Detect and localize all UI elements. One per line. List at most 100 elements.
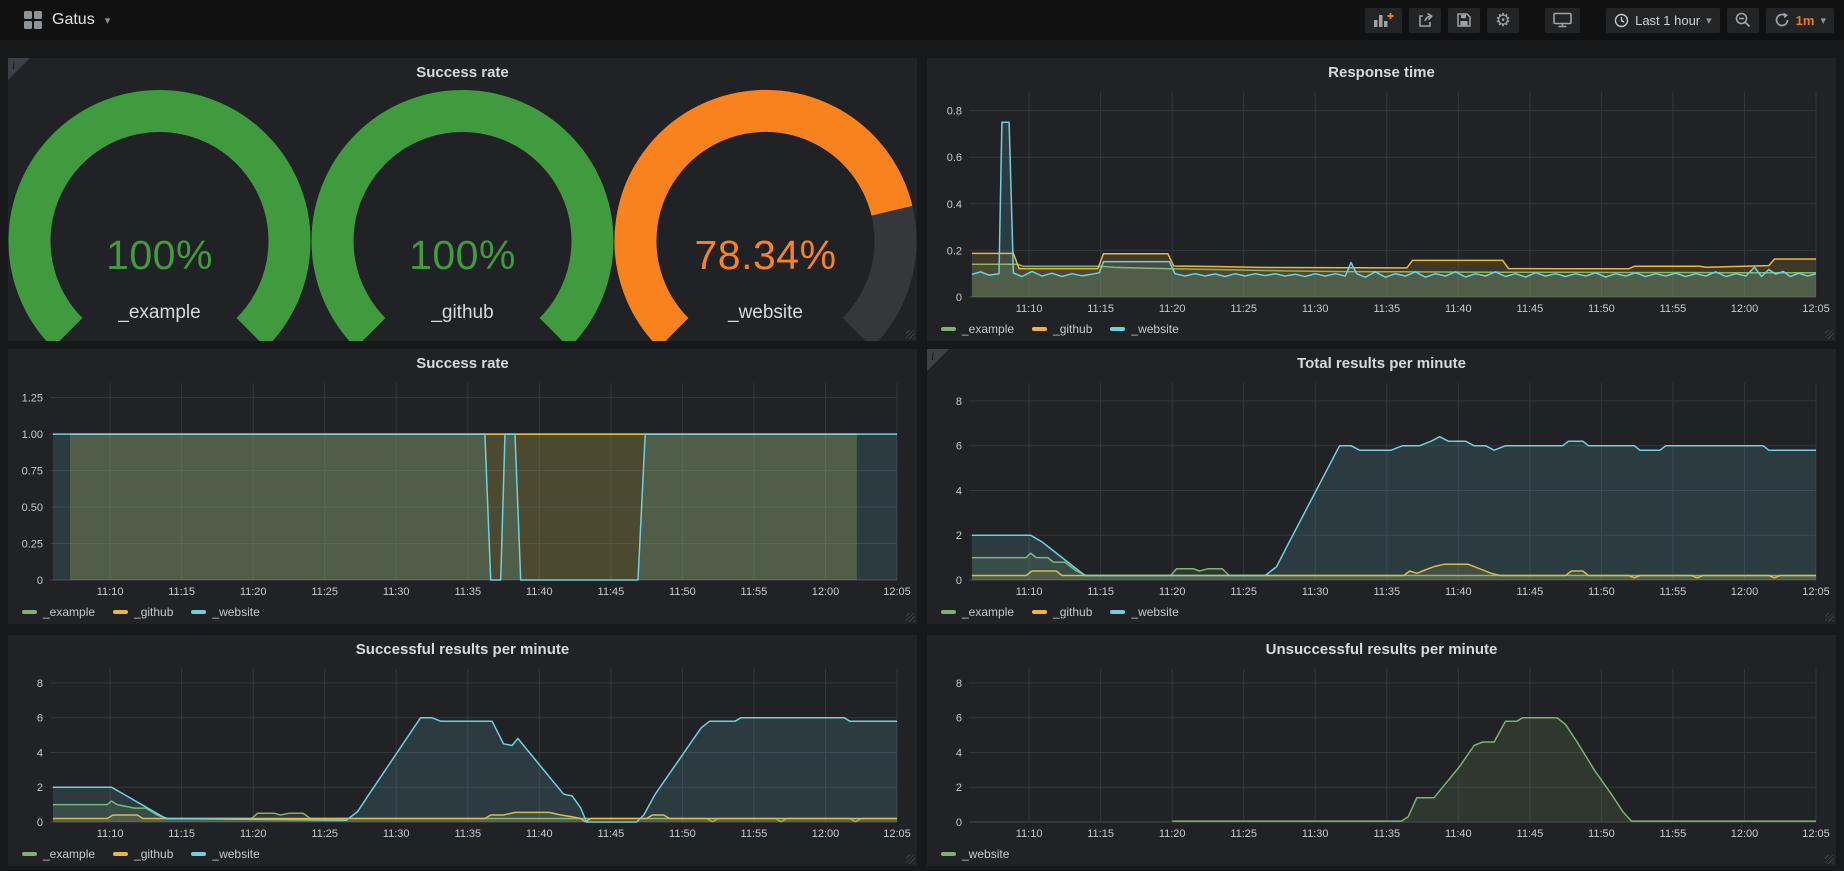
panel-title[interactable]: Success rate [8, 355, 917, 372]
gear-icon: ⚙ [1495, 11, 1511, 29]
zoom-out-button[interactable] [1727, 8, 1759, 33]
gauge-row: 100% _example 100% _github 78.34% _websi… [8, 86, 917, 341]
gauge-value: 100% [8, 232, 311, 279]
svg-text:11:35: 11:35 [1373, 586, 1400, 598]
legend: _example _github _website [22, 605, 260, 619]
svg-text:2: 2 [956, 782, 962, 794]
time-range-label: Last 1 hour [1635, 13, 1700, 28]
svg-text:0: 0 [956, 817, 962, 829]
svg-text:11:30: 11:30 [1302, 303, 1329, 315]
chart-total-results[interactable]: 11:1011:1511:2011:2511:3011:3511:4011:45… [933, 375, 1830, 600]
panel-resize-handle[interactable] [906, 330, 915, 339]
svg-text:12:05: 12:05 [1802, 828, 1830, 840]
share-button[interactable] [1409, 8, 1441, 33]
legend-item-website[interactable]: _website [191, 605, 259, 619]
panel-title[interactable]: Success rate [8, 64, 917, 81]
legend-item-example[interactable]: _example [941, 605, 1014, 619]
svg-text:11:10: 11:10 [97, 828, 124, 840]
panel-title[interactable]: Unsuccessful results per minute [927, 641, 1836, 658]
chart-unsuccessful-results[interactable]: 11:1011:1511:2011:2511:3011:3511:4011:45… [933, 661, 1830, 842]
dashboard-title[interactable]: Gatus [52, 11, 95, 29]
legend-item-example[interactable]: _example [941, 322, 1014, 336]
legend-label: _github [134, 605, 173, 619]
panel-resize-handle[interactable] [1825, 613, 1834, 622]
svg-text:0.2: 0.2 [947, 245, 962, 257]
time-range-button[interactable]: Last 1 hour ▾ [1606, 8, 1720, 33]
svg-text:11:35: 11:35 [1373, 828, 1400, 840]
legend-item-github[interactable]: _github [113, 847, 173, 861]
panel-title[interactable]: Total results per minute [927, 355, 1836, 372]
panel-resize-handle[interactable] [906, 855, 915, 864]
gauge-value: 100% [311, 232, 614, 279]
chart-successful-results[interactable]: 11:1011:1511:2011:2511:3011:3511:4011:45… [14, 661, 911, 842]
legend-swatch [1110, 327, 1125, 331]
cycle-view-mode-button[interactable] [1545, 8, 1580, 33]
svg-text:11:20: 11:20 [1159, 586, 1186, 598]
svg-text:11:30: 11:30 [383, 828, 410, 840]
panel-response-time: Response time 11:1011:1511:2011:2511:301… [927, 58, 1836, 341]
panel-total-results: i Total results per minute 11:1011:1511:… [927, 349, 1836, 624]
dashboards-grid-icon[interactable] [24, 11, 42, 29]
refresh-button[interactable]: 1m ▾ [1766, 8, 1834, 33]
legend-item-website[interactable]: _website [1110, 605, 1178, 619]
svg-text:11:30: 11:30 [383, 586, 410, 598]
legend: _example _github _website [22, 847, 260, 861]
save-button[interactable] [1448, 8, 1480, 33]
legend-swatch [191, 852, 206, 856]
svg-text:0.25: 0.25 [22, 539, 43, 551]
svg-text:11:45: 11:45 [1517, 586, 1544, 598]
legend-item-website[interactable]: _website [191, 847, 259, 861]
svg-text:11:10: 11:10 [1016, 586, 1043, 598]
legend-label: _website [1131, 605, 1178, 619]
gauge-label: _example [8, 302, 311, 324]
panel-title[interactable]: Successful results per minute [8, 641, 917, 658]
svg-text:12:00: 12:00 [1731, 303, 1759, 315]
svg-text:11:30: 11:30 [1302, 586, 1329, 598]
panel-successful-results: Successful results per minute 11:1011:15… [8, 635, 917, 866]
svg-text:11:50: 11:50 [669, 828, 696, 840]
panel-resize-handle[interactable] [1825, 855, 1834, 864]
svg-text:0: 0 [37, 575, 43, 587]
svg-text:1.25: 1.25 [22, 393, 43, 405]
legend-swatch [941, 852, 956, 856]
panel-resize-handle[interactable] [906, 613, 915, 622]
svg-text:11:10: 11:10 [97, 586, 124, 598]
panel-unsuccessful-results: Unsuccessful results per minute 11:1011:… [927, 635, 1836, 866]
svg-text:4: 4 [37, 748, 43, 760]
legend: _website [941, 847, 1009, 861]
svg-text:11:55: 11:55 [1660, 828, 1687, 840]
legend-item-example[interactable]: _example [22, 847, 95, 861]
panel-resize-handle[interactable] [1825, 330, 1834, 339]
legend-item-example[interactable]: _example [22, 605, 95, 619]
svg-text:0.8: 0.8 [947, 106, 962, 118]
legend-label: _website [212, 847, 259, 861]
chart-success-rate[interactable]: 11:1011:1511:2011:2511:3011:3511:4011:45… [14, 375, 911, 600]
dashboard-dropdown-caret[interactable]: ▾ [105, 14, 111, 27]
legend-item-website[interactable]: _website [1110, 322, 1178, 336]
legend-item-github[interactable]: _github [1032, 605, 1092, 619]
legend-label: _github [1053, 605, 1092, 619]
gauge-label: _website [614, 302, 917, 324]
legend-item-website[interactable]: _website [941, 847, 1009, 861]
panel-title[interactable]: Response time [927, 64, 1836, 81]
svg-text:12:05: 12:05 [883, 828, 911, 840]
legend-item-github[interactable]: _github [1032, 322, 1092, 336]
legend-label: _example [43, 847, 95, 861]
gauge-github: 100% _github [311, 86, 614, 341]
svg-text:11:50: 11:50 [1588, 303, 1615, 315]
legend-item-github[interactable]: _github [113, 605, 173, 619]
gauge-label: _github [311, 302, 614, 324]
svg-text:11:40: 11:40 [526, 586, 553, 598]
svg-text:11:20: 11:20 [240, 586, 267, 598]
svg-text:11:20: 11:20 [240, 828, 267, 840]
chart-response-time[interactable]: 11:1011:1511:2011:2511:3011:3511:4011:45… [933, 84, 1830, 317]
gauge-example: 100% _example [8, 86, 311, 341]
svg-text:11:35: 11:35 [454, 586, 481, 598]
add-panel-button[interactable] [1365, 8, 1402, 33]
svg-text:12:00: 12:00 [812, 586, 840, 598]
svg-text:0.75: 0.75 [22, 466, 43, 478]
svg-text:11:25: 11:25 [311, 586, 338, 598]
panel-success-rate-series: Success rate 11:1011:1511:2011:2511:3011… [8, 349, 917, 624]
settings-button[interactable]: ⚙ [1487, 8, 1519, 33]
gauge-website: 78.34% _website [614, 86, 917, 341]
